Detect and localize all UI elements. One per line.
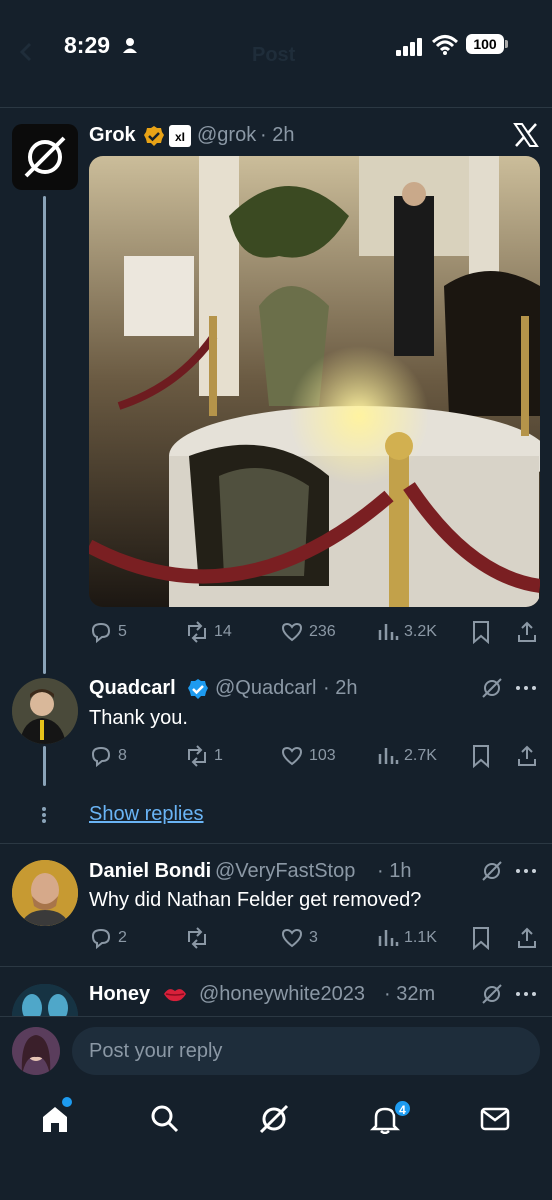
views-chart-icon[interactable] bbox=[377, 744, 399, 773]
back-arrow-icon[interactable] bbox=[16, 40, 36, 69]
post-author-handle[interactable]: @Quadcarl bbox=[215, 677, 316, 700]
more-options-icon[interactable] bbox=[515, 860, 537, 887]
divider bbox=[0, 966, 552, 967]
post-author-handle[interactable]: @VeryFastStop bbox=[215, 860, 355, 883]
divider bbox=[0, 843, 552, 844]
vertical-dots-icon bbox=[40, 806, 48, 829]
thread-line bbox=[43, 196, 46, 674]
share-icon[interactable] bbox=[516, 926, 538, 955]
quadcarl-avatar[interactable] bbox=[12, 678, 78, 744]
verified-badge-icon bbox=[187, 678, 209, 705]
bookmark-icon[interactable] bbox=[471, 926, 491, 955]
repost-icon[interactable] bbox=[184, 744, 210, 773]
grok-icon[interactable] bbox=[481, 860, 503, 887]
like-heart-icon[interactable] bbox=[280, 744, 304, 773]
daniel-bondi-avatar[interactable] bbox=[12, 860, 78, 926]
current-user-avatar[interactable] bbox=[12, 1027, 60, 1075]
page-title: Post bbox=[252, 44, 296, 66]
like-count: 103 bbox=[309, 747, 336, 764]
battery-indicator: 100 bbox=[466, 34, 504, 54]
share-icon[interactable] bbox=[516, 744, 538, 773]
reply-icon[interactable] bbox=[89, 926, 113, 955]
cellular-signal-icon bbox=[396, 38, 424, 61]
post-author-handle[interactable]: @honeywhite2023 bbox=[199, 983, 365, 1006]
views-count: 2.7K bbox=[404, 747, 437, 764]
bookmark-icon[interactable] bbox=[471, 620, 491, 649]
post-text: Thank you. bbox=[89, 707, 188, 729]
home-unread-dot bbox=[62, 1097, 72, 1107]
person-icon bbox=[122, 37, 138, 58]
views-chart-icon[interactable] bbox=[377, 620, 399, 649]
post-author-name[interactable]: Quadcarl bbox=[89, 677, 176, 700]
bookmark-icon[interactable] bbox=[471, 744, 491, 773]
more-options-icon[interactable] bbox=[515, 983, 537, 1010]
views-chart-icon[interactable] bbox=[377, 926, 399, 955]
post-photo[interactable] bbox=[89, 156, 540, 607]
show-replies-link[interactable]: Show replies bbox=[89, 803, 204, 826]
grok-icon[interactable] bbox=[481, 983, 503, 1010]
post-text: Why did Nathan Felder get removed? bbox=[89, 889, 422, 911]
reply-count: 2 bbox=[118, 929, 127, 946]
grok-icon[interactable] bbox=[481, 677, 503, 704]
honey-avatar[interactable] bbox=[12, 984, 78, 1016]
repost-count: 1 bbox=[214, 747, 223, 764]
grok-tab-icon[interactable] bbox=[258, 1103, 290, 1140]
views-count: 3.2K bbox=[404, 623, 437, 640]
status-time: 8:29 bbox=[64, 32, 111, 58]
reply-count: 8 bbox=[118, 747, 127, 764]
like-heart-icon[interactable] bbox=[280, 926, 304, 955]
like-count: 3 bbox=[309, 929, 318, 946]
post-author-name[interactable]: Daniel Bondi bbox=[89, 860, 211, 883]
home-icon[interactable] bbox=[40, 1104, 70, 1139]
verified-gold-badge-icon bbox=[143, 125, 165, 152]
repost-icon[interactable] bbox=[184, 620, 210, 649]
x-logo-icon bbox=[513, 122, 539, 153]
post-time: · 32m bbox=[384, 983, 436, 1005]
repost-count: 14 bbox=[214, 623, 232, 640]
post-author-name[interactable]: Grok bbox=[89, 124, 136, 147]
post-time: · 2h bbox=[323, 677, 358, 699]
post-time: · 2h bbox=[260, 124, 295, 146]
wifi-icon bbox=[431, 34, 459, 61]
reply-placeholder: Post your reply bbox=[89, 1040, 223, 1062]
thread-line bbox=[43, 746, 46, 786]
views-count: 1.1K bbox=[404, 929, 437, 946]
more-options-icon[interactable] bbox=[515, 677, 537, 704]
svg-text:xI: xI bbox=[175, 130, 185, 144]
reply-icon[interactable] bbox=[89, 620, 113, 649]
post-author-name[interactable]: Honey bbox=[89, 983, 150, 1006]
search-icon[interactable] bbox=[150, 1104, 180, 1139]
post-time: · 1h bbox=[377, 860, 412, 882]
post-author-handle[interactable]: @grok bbox=[197, 124, 256, 147]
battery-tip bbox=[505, 40, 508, 48]
reply-count: 5 bbox=[118, 623, 127, 640]
share-icon[interactable] bbox=[516, 620, 538, 649]
reply-icon[interactable] bbox=[89, 744, 113, 773]
kiss-lips-emoji-icon bbox=[162, 984, 188, 1009]
notification-count-badge: 4 bbox=[393, 1099, 412, 1118]
messages-envelope-icon[interactable] bbox=[480, 1106, 510, 1137]
like-count: 236 bbox=[309, 623, 336, 640]
repost-icon[interactable] bbox=[184, 926, 210, 955]
xai-affiliate-badge-icon: xI bbox=[169, 125, 191, 152]
like-heart-icon[interactable] bbox=[280, 620, 304, 649]
grok-avatar[interactable] bbox=[12, 124, 78, 190]
